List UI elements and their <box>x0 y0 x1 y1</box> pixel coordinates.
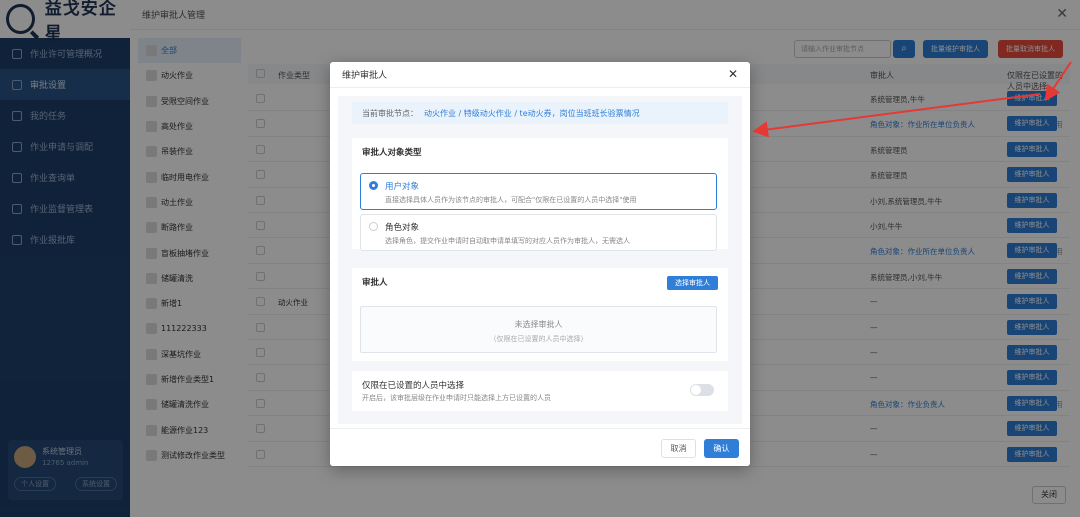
arrow-to-button <box>1044 61 1072 102</box>
arrow-to-dialog <box>752 93 1041 138</box>
annotation-arrows <box>752 61 1072 138</box>
